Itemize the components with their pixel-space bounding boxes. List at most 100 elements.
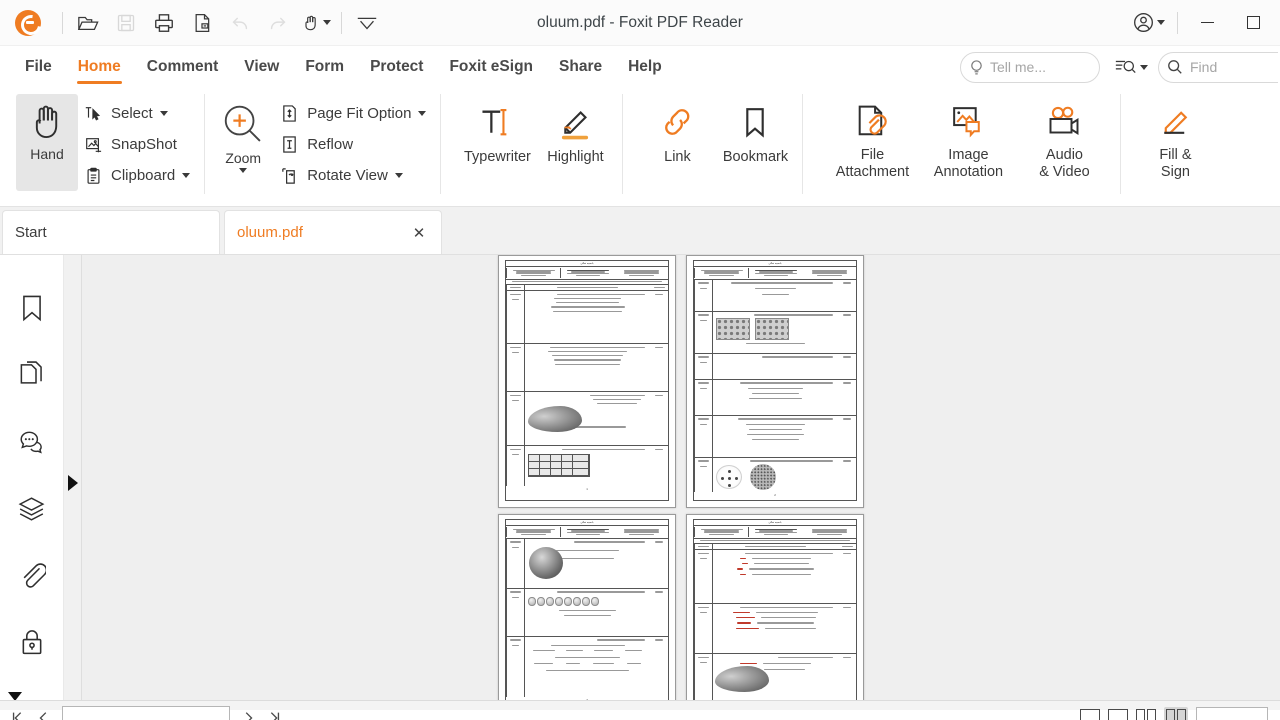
tab-oluum-pdf-label: oluum.pdf bbox=[237, 224, 303, 241]
menu-view[interactable]: View bbox=[231, 46, 292, 88]
save-icon[interactable] bbox=[107, 4, 145, 42]
zoom-level-field[interactable] bbox=[1196, 707, 1268, 720]
zoom-button[interactable]: Zoom bbox=[212, 94, 274, 174]
navigation-panel bbox=[0, 255, 64, 710]
question-row bbox=[694, 279, 856, 312]
menu-home[interactable]: Home bbox=[65, 46, 134, 88]
typewriter-button[interactable]: Typewriter bbox=[458, 94, 536, 166]
minimize-button[interactable] bbox=[1184, 0, 1230, 46]
pdf-page-1[interactable]: باسمه تعالی 1 bbox=[498, 255, 676, 508]
chevron-down-icon[interactable] bbox=[1157, 20, 1165, 25]
last-page-icon[interactable] bbox=[266, 710, 282, 720]
chevron-down-icon[interactable] bbox=[418, 111, 427, 116]
menu-file[interactable]: File bbox=[12, 46, 65, 88]
link-icon bbox=[665, 109, 690, 135]
hand-tool-button[interactable]: Hand bbox=[16, 94, 78, 191]
pdf-pages-container: باسمه تعالی 1 باسمه تعالی 2 باسمه تعالی … bbox=[82, 255, 1280, 710]
previous-page-icon[interactable] bbox=[36, 710, 52, 720]
chevron-down-icon[interactable] bbox=[182, 173, 191, 178]
question-row bbox=[694, 550, 856, 605]
menu-bar-right: Tell me... Find bbox=[960, 51, 1280, 83]
chevron-down-icon[interactable] bbox=[394, 173, 403, 178]
pdf-page-3[interactable]: باسمه تعالی bbox=[498, 514, 676, 710]
bookmark-button[interactable]: Bookmark bbox=[716, 94, 794, 166]
maximize-button[interactable] bbox=[1230, 0, 1276, 46]
sidebar-item-security[interactable] bbox=[9, 620, 55, 666]
print-icon[interactable] bbox=[145, 4, 183, 42]
tell-me-input[interactable]: Tell me... bbox=[960, 51, 1100, 83]
tab-oluum-pdf[interactable]: oluum.pdf ✕ bbox=[224, 210, 442, 254]
highlight-icon bbox=[562, 111, 589, 140]
menu-protect[interactable]: Protect bbox=[357, 46, 436, 88]
hand-icon bbox=[35, 105, 58, 139]
rotate-view-label: Rotate View bbox=[307, 167, 388, 184]
select-label: Select bbox=[111, 105, 153, 122]
hand-tool-icon[interactable] bbox=[297, 4, 335, 42]
file-attachment-button[interactable]: File Attachment bbox=[824, 94, 920, 181]
reflow-button[interactable]: Reflow bbox=[274, 129, 432, 160]
audio-video-icon bbox=[1049, 106, 1079, 136]
page-4-questions bbox=[694, 550, 856, 701]
view-continuous-facing-button[interactable] bbox=[1164, 707, 1188, 720]
question-row bbox=[506, 538, 668, 589]
chevron-right-icon bbox=[67, 474, 78, 491]
customize-toolbar-icon[interactable] bbox=[348, 4, 386, 42]
pdf-page-2[interactable]: باسمه تعالی 2 bbox=[686, 255, 864, 508]
page-row: باسمه تعالی bbox=[498, 255, 864, 508]
highlight-button[interactable]: Highlight bbox=[536, 94, 614, 166]
pdf-page-4[interactable]: باسمه تعالی bbox=[686, 514, 864, 710]
page-number-input[interactable] bbox=[62, 706, 230, 720]
chevron-down-icon[interactable] bbox=[323, 20, 331, 25]
menu-form[interactable]: Form bbox=[292, 46, 357, 88]
sidebar-item-layers[interactable] bbox=[9, 486, 55, 532]
menu-comment[interactable]: Comment bbox=[134, 46, 231, 88]
audio-video-button[interactable]: Audio & Video bbox=[1016, 94, 1112, 181]
find-input[interactable]: Find bbox=[1158, 51, 1278, 83]
document-tab-bar: Start oluum.pdf ✕ bbox=[0, 207, 1280, 255]
clipboard-button[interactable]: Clipboard bbox=[78, 160, 196, 191]
snapshot-button[interactable]: SnapShot bbox=[78, 129, 196, 160]
sidebar-item-attachments[interactable] bbox=[9, 553, 55, 599]
menu-help[interactable]: Help bbox=[615, 46, 675, 88]
cell-row-diagram bbox=[527, 596, 647, 606]
undo-icon[interactable] bbox=[221, 4, 259, 42]
hand-tool-label: Hand bbox=[30, 146, 64, 162]
redo-icon[interactable] bbox=[259, 4, 297, 42]
page-1-questions bbox=[506, 291, 668, 487]
page-3-questions bbox=[506, 538, 668, 697]
image-annotation-line2: Annotation bbox=[933, 164, 1004, 181]
sidebar-item-comments[interactable] bbox=[9, 419, 55, 465]
ribbon-group-links: Link Bookmark bbox=[622, 88, 802, 206]
select-button[interactable]: Select bbox=[78, 98, 196, 129]
sidebar-item-page-thumbnails[interactable] bbox=[9, 352, 55, 398]
menu-foxit-esign[interactable]: Foxit eSign bbox=[436, 46, 546, 88]
close-icon[interactable]: ✕ bbox=[409, 223, 429, 243]
fill-and-sign-button[interactable]: Fill & Sign bbox=[1136, 94, 1214, 181]
menu-share[interactable]: Share bbox=[546, 46, 615, 88]
first-page-icon[interactable] bbox=[10, 710, 26, 720]
workspace: باسمه تعالی 1 باسمه تعالی 2 باسمه تعالی … bbox=[0, 255, 1280, 720]
image-annotation-button[interactable]: Image Annotation bbox=[920, 94, 1016, 181]
link-button[interactable]: Link bbox=[638, 94, 716, 166]
snapshot-icon bbox=[82, 136, 104, 154]
chevron-down-icon[interactable] bbox=[159, 111, 168, 116]
file-attachment-line1: File bbox=[860, 147, 885, 163]
foxit-logo-icon[interactable] bbox=[0, 0, 56, 46]
chevron-down-icon[interactable] bbox=[239, 168, 248, 174]
lightbulb-icon bbox=[971, 59, 982, 74]
tab-start[interactable]: Start bbox=[2, 210, 220, 254]
view-single-page-button[interactable] bbox=[1080, 709, 1100, 720]
open-file-icon[interactable] bbox=[69, 4, 107, 42]
panel-expand-button[interactable] bbox=[64, 255, 82, 710]
page-fit-option-button[interactable]: Page Fit Option bbox=[274, 98, 432, 129]
next-page-icon[interactable] bbox=[240, 710, 256, 720]
rotate-view-button[interactable]: Rotate View bbox=[274, 160, 432, 191]
create-pdf-icon[interactable] bbox=[183, 4, 221, 42]
sidebar-item-bookmarks[interactable] bbox=[9, 285, 55, 331]
view-facing-button[interactable] bbox=[1136, 709, 1156, 720]
pdf-viewer[interactable]: باسمه تعالی 1 باسمه تعالی 2 باسمه تعالی … bbox=[82, 255, 1280, 710]
chevron-down-icon[interactable] bbox=[1140, 64, 1148, 70]
search-options-button[interactable] bbox=[1114, 57, 1148, 77]
view-continuous-button[interactable] bbox=[1108, 709, 1128, 720]
account-icon[interactable] bbox=[1126, 4, 1171, 42]
